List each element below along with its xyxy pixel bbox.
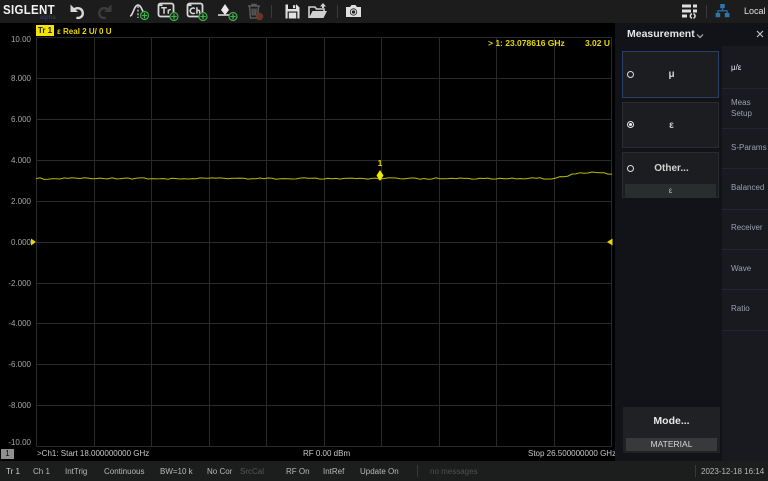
svg-text:1: 1: [378, 158, 383, 168]
